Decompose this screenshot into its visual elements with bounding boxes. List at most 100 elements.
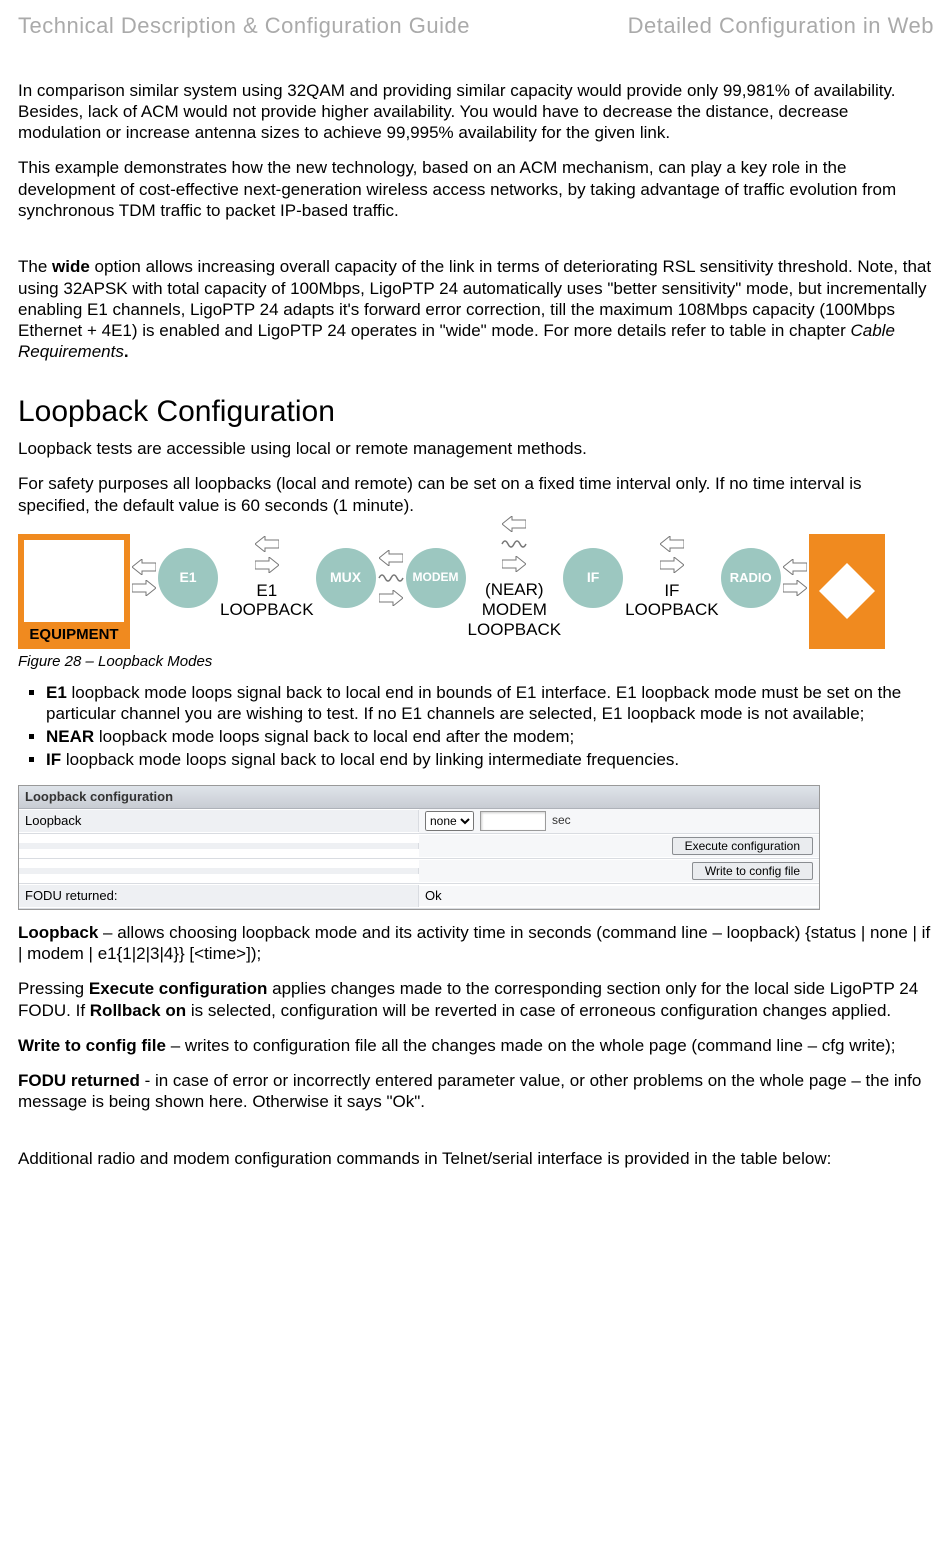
after-p4-b: FODU returned bbox=[18, 1071, 140, 1090]
panel-title: Loopback configuration bbox=[19, 786, 819, 809]
arrow-right-icon bbox=[783, 580, 807, 596]
panel-row-fodu: FODU returned: Ok bbox=[19, 884, 819, 909]
intro-paragraph-2: This example demonstrates how the new te… bbox=[18, 157, 934, 221]
e1-loopback-label: E1 LOOPBACK bbox=[220, 581, 314, 620]
after-p1-b: Loopback bbox=[18, 923, 98, 942]
lb3-t2: LOOPBACK bbox=[625, 600, 719, 619]
wide-post: option allows increasing overall capacit… bbox=[18, 257, 931, 340]
after-p5: Additional radio and modem configuration… bbox=[18, 1148, 934, 1169]
panel-empty-left-2 bbox=[19, 868, 419, 874]
loopback-p1: Loopback tests are accessible using loca… bbox=[18, 438, 934, 459]
sec-label: sec bbox=[552, 813, 571, 828]
circle-e1: E1 bbox=[158, 548, 218, 608]
near-modem-loopback-label: (NEAR) MODEM LOOPBACK bbox=[468, 580, 562, 639]
loopback-select[interactable]: none bbox=[425, 811, 474, 831]
arrow-left-icon bbox=[132, 559, 156, 575]
antenna-diamond-icon bbox=[817, 561, 877, 621]
bullet-near: NEAR loopback mode loops signal back to … bbox=[46, 726, 934, 747]
arrows-modem-if: (NEAR) MODEM LOOPBACK bbox=[468, 538, 562, 618]
after-p2-b2: Rollback on bbox=[90, 1001, 186, 1020]
panel-loopback-label: Loopback bbox=[19, 810, 419, 832]
after-p2-d: is selected, configuration will be rever… bbox=[186, 1001, 891, 1020]
b2-bold: NEAR bbox=[46, 727, 94, 746]
b1-bold: E1 bbox=[46, 683, 67, 702]
bullet-if: IF loopback mode loops signal back to lo… bbox=[46, 749, 934, 770]
arrow-right-icon bbox=[255, 557, 279, 573]
lb1-t1: E1 bbox=[256, 581, 277, 600]
panel-empty-left-1 bbox=[19, 843, 419, 849]
after-p2: Pressing Execute configuration applies c… bbox=[18, 978, 934, 1021]
lb1-t2: LOOPBACK bbox=[220, 600, 314, 619]
lb2-t1: (NEAR) bbox=[485, 580, 544, 599]
panel-row-loopback: Loopback none sec bbox=[19, 809, 819, 834]
arrow-left-icon bbox=[255, 536, 279, 552]
fodu-returned-value: Ok bbox=[419, 886, 819, 906]
figure-caption: Figure 28 – Loopback Modes bbox=[18, 653, 934, 672]
arrow-right-icon bbox=[379, 590, 403, 606]
arrows-if-radio: IF LOOPBACK bbox=[625, 538, 719, 618]
intro-paragraph-1: In comparison similar system using 32QAM… bbox=[18, 80, 934, 144]
execute-configuration-button[interactable]: Execute configuration bbox=[672, 837, 813, 855]
loopback-heading: Loopback Configuration bbox=[18, 393, 934, 431]
after-p4-t: - in case of error or incorrectly entere… bbox=[18, 1071, 921, 1111]
node-modem: MODEM bbox=[406, 534, 466, 608]
wide-paragraph: The wide option allows increasing overal… bbox=[18, 256, 934, 362]
lb3-t1: IF bbox=[664, 581, 679, 600]
after-p1-t: – allows choosing loopback mode and its … bbox=[18, 923, 930, 963]
equipment-label: EQUIPMENT bbox=[29, 626, 118, 645]
b1-text: loopback mode loops signal back to local… bbox=[46, 683, 901, 723]
write-to-config-file-button[interactable]: Write to config file bbox=[692, 862, 813, 880]
after-p2-a: Pressing bbox=[18, 979, 89, 998]
loopback-bullets: E1 loopback mode loops signal back to lo… bbox=[18, 682, 934, 771]
circle-modem: MODEM bbox=[406, 548, 466, 608]
after-p3-t: – writes to configuration file all the c… bbox=[166, 1036, 896, 1055]
panel-row-write: Write to config file bbox=[19, 859, 819, 884]
arrow-right-icon bbox=[132, 580, 156, 596]
node-e1: E1 bbox=[158, 534, 218, 608]
lb2-t2: MODEM bbox=[482, 600, 547, 619]
node-if: IF bbox=[563, 534, 623, 608]
squiggle-icon bbox=[501, 537, 527, 551]
lb2-t3: LOOPBACK bbox=[468, 620, 562, 639]
after-p1: Loopback – allows choosing loopback mode… bbox=[18, 922, 934, 965]
b3-text: loopback mode loops signal back to local… bbox=[61, 750, 679, 769]
arrows-radio-antenna bbox=[783, 538, 807, 618]
arrows-equipment-e1 bbox=[132, 538, 156, 618]
arrow-right-icon bbox=[502, 556, 526, 572]
antenna-box bbox=[809, 534, 885, 649]
node-radio: RADIO bbox=[721, 534, 781, 608]
wide-bold: wide bbox=[52, 257, 90, 276]
if-loopback-label: IF LOOPBACK bbox=[625, 581, 719, 620]
after-p3-b: Write to config file bbox=[18, 1036, 166, 1055]
arrow-left-icon bbox=[783, 559, 807, 575]
arrows-mux-modem bbox=[378, 538, 404, 618]
equipment-white-square bbox=[24, 540, 124, 622]
wide-pre: The bbox=[18, 257, 52, 276]
arrow-left-icon bbox=[502, 516, 526, 532]
loopback-time-input[interactable] bbox=[480, 811, 546, 831]
loopback-config-panel: Loopback configuration Loopback none sec… bbox=[18, 785, 820, 910]
fodu-returned-label: FODU returned: bbox=[19, 885, 419, 907]
loopback-diagram: EQUIPMENT E1 E1 LOOPBACK MUX bbox=[18, 534, 934, 649]
after-p4: FODU returned - in case of error or inco… bbox=[18, 1070, 934, 1113]
arrow-left-icon bbox=[660, 536, 684, 552]
header-left: Technical Description & Configuration Gu… bbox=[18, 12, 470, 40]
page-header: Technical Description & Configuration Gu… bbox=[18, 12, 934, 40]
header-right: Detailed Configuration in Web bbox=[628, 12, 934, 40]
panel-row-exec: Execute configuration bbox=[19, 834, 819, 859]
circle-if: IF bbox=[563, 548, 623, 608]
b3-bold: IF bbox=[46, 750, 61, 769]
loopback-p2: For safety purposes all loopbacks (local… bbox=[18, 473, 934, 516]
arrow-right-icon bbox=[660, 557, 684, 573]
arrows-e1-mux: E1 LOOPBACK bbox=[220, 538, 314, 618]
arrow-left-icon bbox=[379, 550, 403, 566]
circle-mux: MUX bbox=[316, 548, 376, 608]
b2-text: loopback mode loops signal back to local… bbox=[94, 727, 574, 746]
squiggle-icon bbox=[378, 571, 404, 585]
circle-radio: RADIO bbox=[721, 548, 781, 608]
wide-end: . bbox=[124, 342, 129, 361]
equipment-box: EQUIPMENT bbox=[18, 534, 130, 649]
after-p3: Write to config file – writes to configu… bbox=[18, 1035, 934, 1056]
after-p2-b1: Execute configuration bbox=[89, 979, 268, 998]
bullet-e1: E1 loopback mode loops signal back to lo… bbox=[46, 682, 934, 725]
